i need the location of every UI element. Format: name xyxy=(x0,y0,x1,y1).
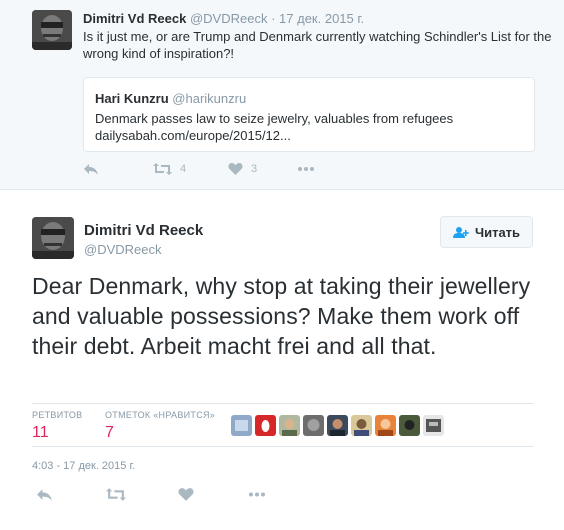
quoted-author-handle: @harikunzru xyxy=(172,91,247,106)
likes-label: ОТМЕТОК «НРАВИТСЯ» xyxy=(105,410,216,420)
quoted-tweet[interactable]: Hari Kunzru @harikunzru Denmark passes l… xyxy=(83,77,535,152)
author-handle[interactable]: @DVDReeck xyxy=(190,11,268,26)
more-icon xyxy=(298,167,314,171)
tweet-text: Dear Denmark, why stop at taking their j… xyxy=(32,273,531,359)
author-handle[interactable]: @DVDReeck xyxy=(84,242,162,257)
quoted-author-name: Hari Kunzru xyxy=(95,91,169,106)
liker-avatar[interactable] xyxy=(327,415,348,436)
like-count: 3 xyxy=(251,163,258,175)
parent-tweet[interactable]: Dimitri Vd Reeck @DVDReeck · 17 дек. 201… xyxy=(0,0,564,190)
retweet-count: 4 xyxy=(180,163,187,175)
like-button[interactable]: 3 xyxy=(228,162,257,176)
liker-avatar[interactable] xyxy=(351,415,372,436)
liker-avatar[interactable] xyxy=(303,415,324,436)
follow-label: Читать xyxy=(474,224,521,240)
reply-button[interactable] xyxy=(83,162,99,176)
tweet-header: Dimitri Vd Reeck @DVDReeck · 17 дек. 201… xyxy=(83,11,364,26)
liker-avatar[interactable] xyxy=(399,415,420,436)
liker-avatar[interactable] xyxy=(423,415,444,436)
reply-button[interactable] xyxy=(36,487,53,502)
likes-stat[interactable]: ОТМЕТОК «НРАВИТСЯ» 7 xyxy=(105,410,215,442)
like-button[interactable] xyxy=(178,487,194,502)
author-name[interactable]: Dimitri Vd Reeck xyxy=(84,222,203,239)
author-avatar[interactable] xyxy=(32,217,74,259)
tweet-text: Is it just me, or are Trump and Denmark … xyxy=(83,29,552,61)
retweet-icon xyxy=(106,488,126,501)
heart-icon xyxy=(178,488,194,501)
author-name[interactable]: Dimitri Vd Reeck xyxy=(83,11,186,26)
liker-avatar[interactable] xyxy=(231,415,252,436)
retweet-button[interactable] xyxy=(106,487,126,502)
reply-icon xyxy=(84,164,98,175)
separator: · xyxy=(271,11,276,26)
liker-avatar[interactable] xyxy=(375,415,396,436)
follow-button[interactable]: Читать xyxy=(440,216,533,248)
retweets-label: РЕТВИТОВ xyxy=(32,410,83,420)
heart-icon xyxy=(228,163,243,175)
more-button[interactable] xyxy=(248,487,266,502)
tweet-stats: РЕТВИТОВ 11 ОТМЕТОК «НРАВИТСЯ» 7 xyxy=(32,403,534,447)
likes-count: 7 xyxy=(105,424,114,441)
tweet-timestamp[interactable]: 4:03 - 17 дек. 2015 г. xyxy=(32,460,135,472)
retweets-stat[interactable]: РЕТВИТОВ 11 xyxy=(32,410,82,442)
retweet-button[interactable]: 4 xyxy=(153,162,186,176)
more-button[interactable] xyxy=(297,162,315,176)
tweet-date[interactable]: 17 дек. 2015 г. xyxy=(279,11,364,26)
liker-avatar[interactable] xyxy=(255,415,276,436)
liker-avatars xyxy=(231,415,444,436)
retweet-icon xyxy=(153,163,172,175)
author-avatar[interactable] xyxy=(32,10,72,50)
retweets-count: 11 xyxy=(32,424,49,441)
reply-icon xyxy=(37,489,52,501)
quoted-link: dailysabah.com/europe/2015/12... xyxy=(95,128,291,143)
add-user-icon xyxy=(452,226,469,238)
liker-avatar[interactable] xyxy=(279,415,300,436)
more-icon xyxy=(249,492,265,497)
quoted-text-line: Denmark passes law to seize jewelry, val… xyxy=(95,111,454,126)
